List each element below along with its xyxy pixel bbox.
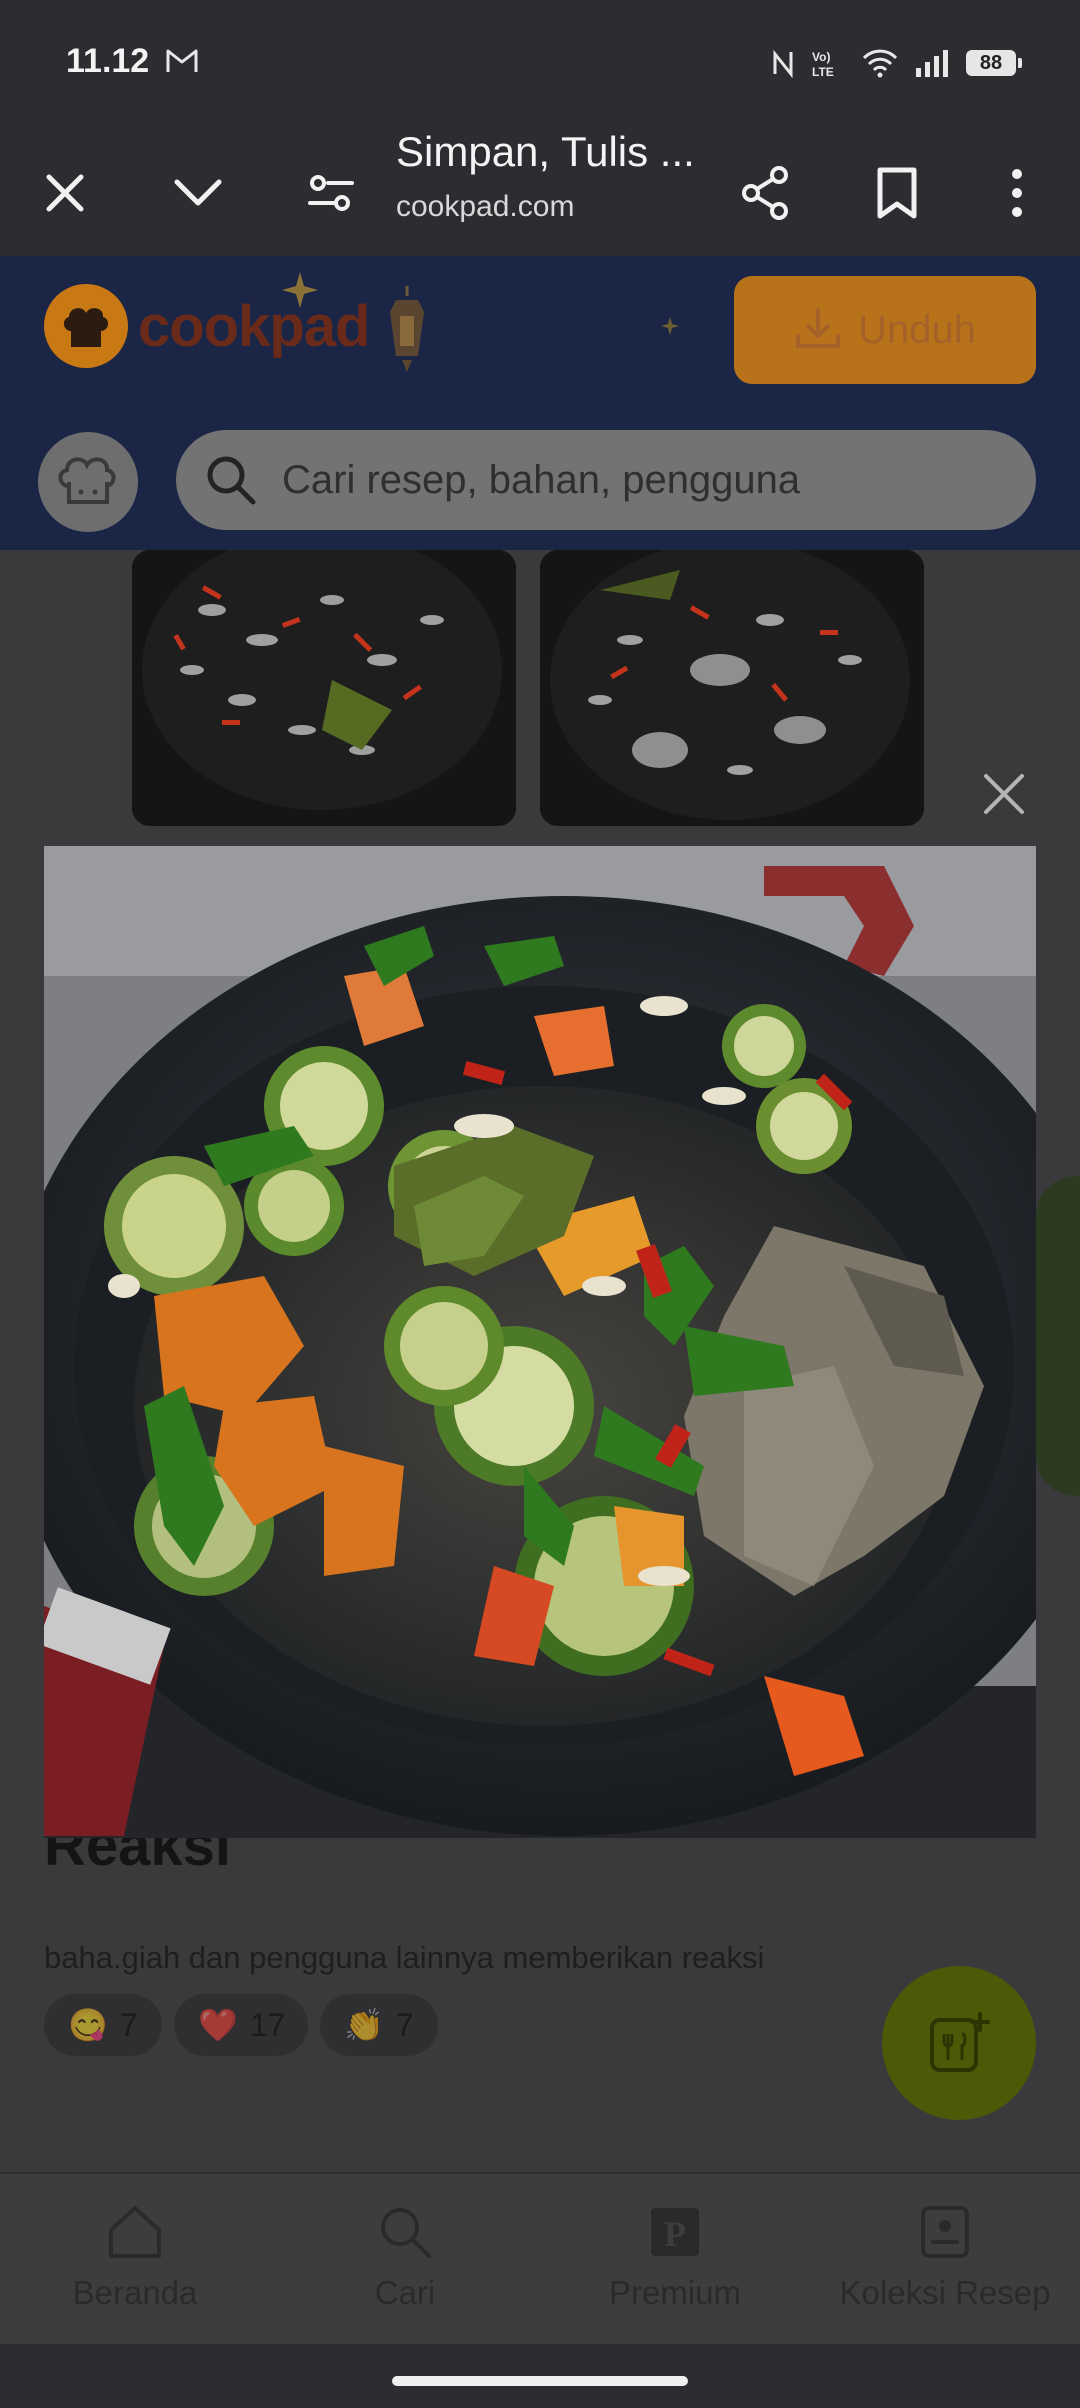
nav-item-cari[interactable]: Cari: [270, 2204, 540, 2312]
browser-domain[interactable]: cookpad.com: [396, 190, 574, 224]
reaction-count: 7: [119, 2006, 138, 2043]
browser-page-title: Simpan, Tulis ...: [396, 128, 695, 175]
nav-item-beranda[interactable]: Beranda: [0, 2204, 270, 2312]
close-photo-viewer-button[interactable]: [976, 766, 1032, 822]
chef-hat-icon: [44, 284, 128, 368]
battery-indicator: 88: [966, 50, 1022, 76]
more-options-button[interactable]: [982, 158, 1052, 228]
step-photo-image: [132, 550, 516, 826]
enlarged-recipe-photo: [44, 846, 1036, 1838]
search-bar[interactable]: [176, 430, 1036, 530]
tune-icon: [308, 175, 354, 211]
chef-avatar-icon: [58, 457, 116, 504]
svg-text:Vo): Vo): [812, 50, 830, 64]
star-decoration-icon: [661, 317, 679, 335]
user-avatar-button[interactable]: [38, 432, 138, 532]
status-time: 11.12: [66, 42, 150, 80]
heart-emoji-icon: ❤️: [198, 2007, 238, 2043]
download-icon: [796, 308, 841, 348]
nav-label: Beranda: [72, 2274, 198, 2311]
logo-text: cookpad: [138, 293, 370, 359]
status-bar: 11.12 Vo) LTE 88: [0, 0, 1080, 128]
search-icon: [207, 456, 256, 505]
reaction-count: 7: [395, 2006, 414, 2043]
wifi-icon: [862, 49, 898, 78]
minimize-button[interactable]: [163, 158, 233, 228]
share-button[interactable]: [730, 158, 800, 228]
chevron-down-icon: [174, 179, 222, 206]
close-icon: [46, 174, 84, 212]
stir-fry-photo: [44, 846, 1036, 1838]
share-icon: [742, 166, 788, 220]
lantern-icon: [390, 286, 424, 372]
nav-label: Premium: [608, 2274, 742, 2311]
download-label: Unduh: [858, 307, 976, 352]
gmail-icon: [166, 49, 198, 72]
reaction-chip-yum[interactable]: 😋 7: [44, 1994, 162, 2056]
step-photo-thumbnail[interactable]: [540, 550, 924, 826]
reaction-chip-heart[interactable]: ❤️ 17: [174, 1994, 308, 2056]
bookmark-button[interactable]: [862, 158, 932, 228]
close-icon: [984, 774, 1024, 814]
bookmark-icon: [877, 167, 917, 219]
reaction-count: 17: [249, 2006, 286, 2043]
volte-icon: Vo)LTE: [812, 50, 834, 78]
step-photo-thumbnail[interactable]: [132, 550, 516, 826]
add-recipe-icon: [930, 2012, 990, 2072]
signal-icon: [916, 50, 948, 77]
close-tab-button[interactable]: [30, 158, 100, 228]
reactions-description[interactable]: baha.giah dan pengguna lainnya memberika…: [44, 1940, 764, 1976]
nav-item-koleksi-resep[interactable]: Koleksi Resep: [810, 2204, 1080, 2312]
home-icon: [109, 2206, 161, 2258]
premium-icon: P: [651, 2208, 699, 2256]
yum-emoji-icon: 😋: [68, 2007, 108, 2043]
next-photo-peek[interactable]: [1036, 1176, 1080, 1496]
step-photo-image: [540, 550, 924, 826]
add-recipe-button[interactable]: [882, 1966, 1036, 2120]
clap-emoji-icon: 👏: [344, 2007, 384, 2043]
site-settings-button[interactable]: [296, 158, 366, 228]
bottom-navigation: Beranda Cari P Premium Koleksi Resep: [0, 2172, 1080, 2346]
recipe-collection-icon: [921, 2206, 969, 2258]
home-gesture-bar[interactable]: [392, 2376, 688, 2386]
status-icons: Vo) LTE 88: [770, 48, 1022, 78]
search-icon: [381, 2208, 431, 2258]
nfc-icon: [773, 49, 793, 78]
cookpad-logo[interactable]: cookpad: [44, 284, 370, 368]
site-header: cookpad Unduh: [0, 256, 1080, 550]
nav-label: Koleksi Resep: [839, 2274, 1051, 2311]
nav-label: Cari: [374, 2274, 436, 2311]
more-vert-icon: [1012, 169, 1022, 217]
nav-item-premium[interactable]: P Premium: [540, 2204, 810, 2312]
reaction-chip-clap[interactable]: 👏 7: [320, 1994, 438, 2056]
search-input[interactable]: [280, 456, 1004, 504]
svg-text:LTE: LTE: [812, 65, 834, 78]
svg-text:P: P: [664, 2214, 686, 2254]
download-app-button[interactable]: Unduh: [734, 276, 1036, 384]
